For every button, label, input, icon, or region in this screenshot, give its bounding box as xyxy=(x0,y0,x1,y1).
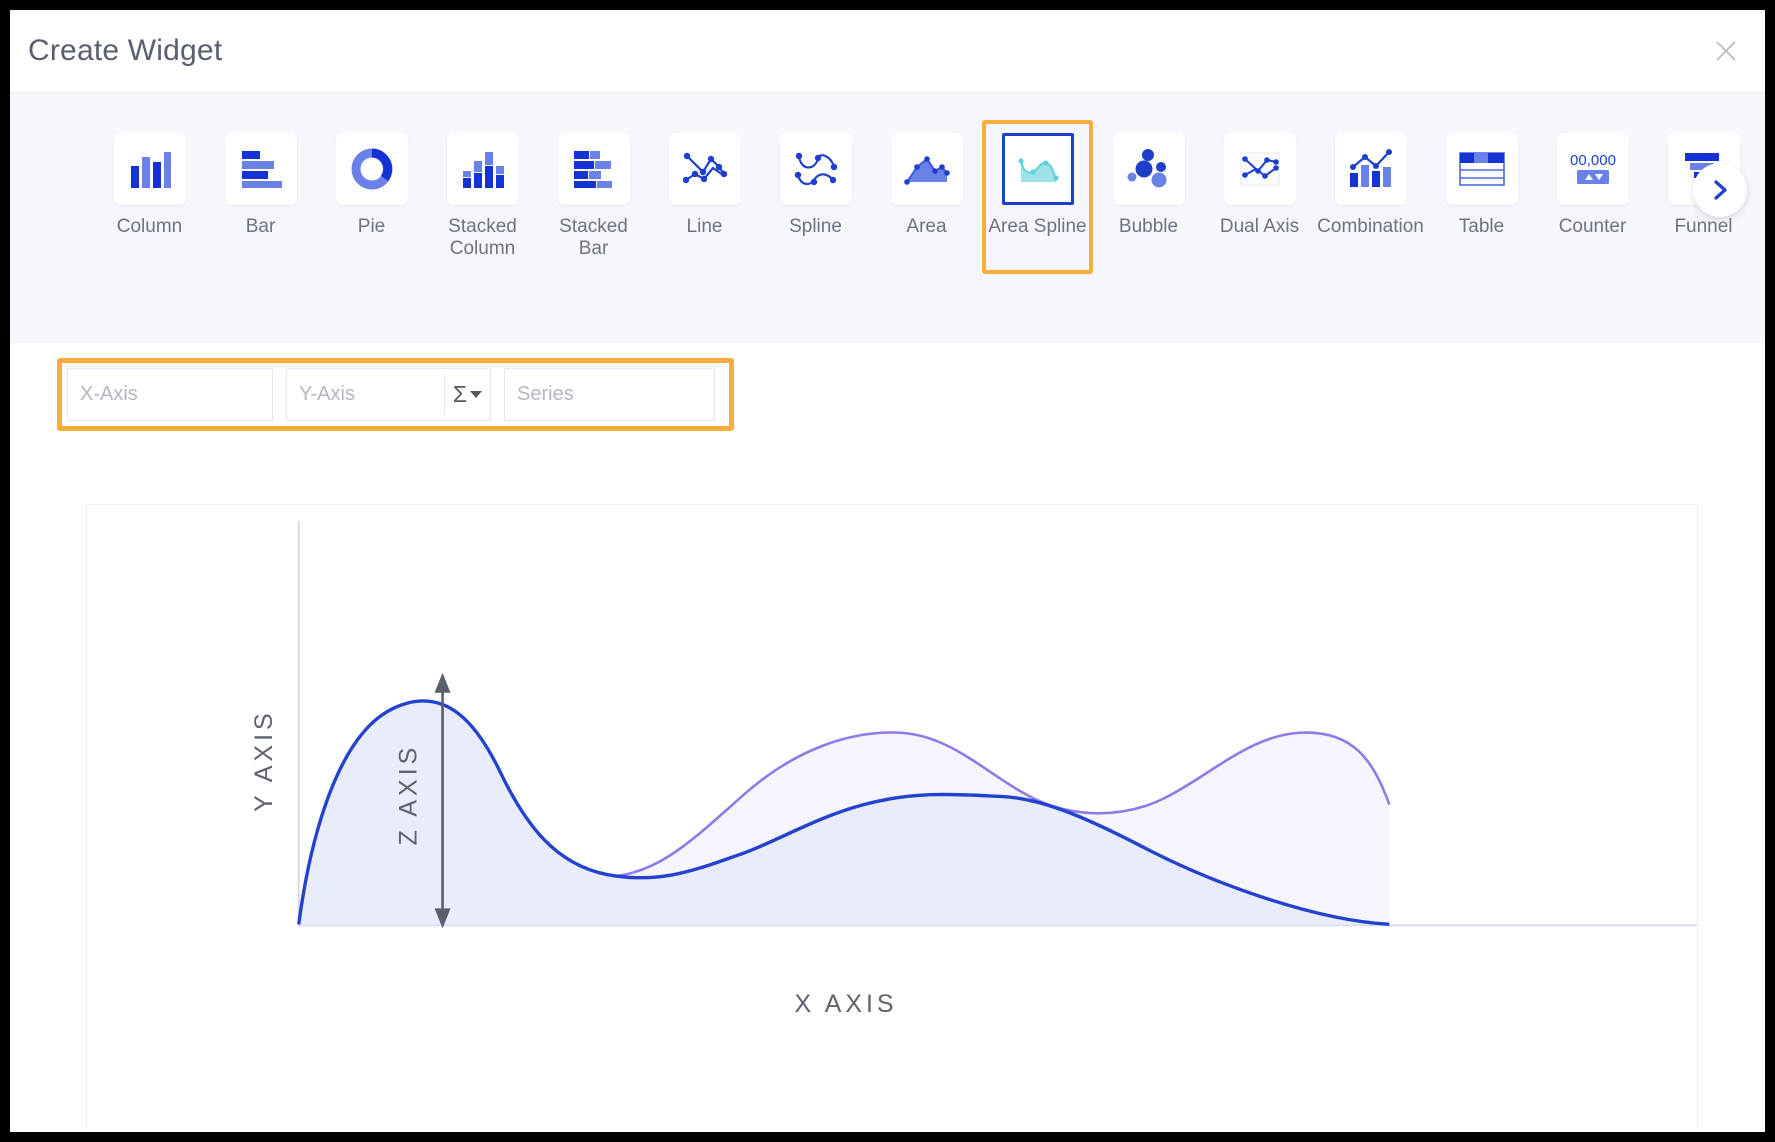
chevron-right-icon[interactable] xyxy=(1693,163,1747,217)
x-axis-label: X AXIS xyxy=(795,990,898,1018)
chart-type-label: Combination xyxy=(1317,216,1424,237)
chart-type-label: Dual Axis xyxy=(1219,216,1300,237)
axis-fields-row: X-Axis Y-Axis Σ Series xyxy=(10,343,1765,473)
chart-type-label: Funnel xyxy=(1674,216,1733,237)
column-chart-icon xyxy=(130,152,171,188)
chart-type-label: Stacked Column xyxy=(448,216,517,260)
chart-type-column[interactable]: Column xyxy=(94,120,205,274)
stacked-column-icon xyxy=(462,152,504,188)
y-axis-label: Y AXIS xyxy=(250,709,278,812)
tile xyxy=(779,133,852,205)
area-spline-chart-icon xyxy=(1017,158,1059,182)
dialog-title: Create Widget xyxy=(28,34,223,67)
chart-type-label: Stacked Bar xyxy=(559,216,628,260)
chart-type-pie[interactable]: Pie xyxy=(316,120,427,274)
dual-axis-chart-icon xyxy=(1240,152,1279,186)
chart-type-label: Area xyxy=(906,216,947,237)
chart-type-bubble[interactable]: Bubble xyxy=(1093,120,1204,274)
chart-type-label: Spline xyxy=(789,216,842,237)
y-axis-placeholder: Y-Axis xyxy=(299,383,355,405)
tile xyxy=(224,133,297,205)
tile xyxy=(668,133,741,205)
tile: 00,000 xyxy=(1556,133,1629,205)
x-axis-field[interactable]: X-Axis xyxy=(67,368,273,421)
axis-fields-highlight: X-Axis Y-Axis Σ Series xyxy=(57,358,734,431)
spline-chart-icon xyxy=(794,152,837,186)
chart-type-label: Counter xyxy=(1558,216,1627,237)
counter-icon: 00,000 xyxy=(1570,152,1616,184)
chart-type-spline[interactable]: Spline xyxy=(760,120,871,274)
chart-type-table[interactable]: Table xyxy=(1426,120,1537,274)
bar-chart-icon xyxy=(241,151,282,188)
chart-type-stacked-column[interactable]: Stacked Column xyxy=(427,120,538,274)
tile xyxy=(446,133,519,205)
area-spline-preview-chart: Y AXIS Z AXIS X AXIS xyxy=(250,520,1697,1018)
chart-type-area[interactable]: Area xyxy=(871,120,982,274)
chart-type-label: Pie xyxy=(357,216,386,237)
table-icon xyxy=(1458,152,1505,186)
chart-type-toolbar: Column Bar Pie Stacked Column Stacked Ba… xyxy=(10,93,1765,343)
chart-type-label: Table xyxy=(1458,216,1505,237)
chart-type-stacked-bar[interactable]: Stacked Bar xyxy=(538,120,649,274)
series-placeholder: Series xyxy=(517,383,574,405)
chart-type-counter[interactable]: 00,000 Counter xyxy=(1537,120,1648,274)
stacked-bar-icon xyxy=(573,151,612,188)
tile xyxy=(1112,133,1185,205)
chart-type-label: Line xyxy=(686,216,723,237)
create-widget-dialog: Create Widget Column Bar Pie Stacked Col… xyxy=(10,10,1765,1132)
y-axis-aggregate-dropdown[interactable]: Σ xyxy=(444,375,490,414)
chart-type-label: Bar xyxy=(245,216,276,237)
counter-icon-text: 00,000 xyxy=(1570,152,1616,169)
chart-preview-panel: Y AXIS Z AXIS X AXIS xyxy=(86,504,1698,1132)
chart-type-combination[interactable]: Combination xyxy=(1315,120,1426,274)
dialog-header: Create Widget xyxy=(10,10,1765,93)
tile xyxy=(557,133,630,205)
pie-chart-icon xyxy=(351,148,392,190)
tile xyxy=(335,133,408,205)
series-field[interactable]: Series xyxy=(504,368,715,421)
tile xyxy=(1445,133,1518,205)
chart-type-line[interactable]: Line xyxy=(649,120,760,274)
chart-type-label: Bubble xyxy=(1118,216,1179,237)
y-axis-field[interactable]: Y-Axis Σ xyxy=(286,368,491,421)
line-chart-icon xyxy=(682,152,727,184)
bubble-chart-icon xyxy=(1127,149,1166,188)
chart-type-label: Column xyxy=(116,216,183,237)
tile xyxy=(1001,133,1074,205)
chart-type-bar[interactable]: Bar xyxy=(205,120,316,274)
chevron-down-icon xyxy=(470,391,483,398)
tile xyxy=(113,133,186,205)
chart-type-dual-axis[interactable]: Dual Axis xyxy=(1204,120,1315,274)
tile xyxy=(1223,133,1296,205)
chart-type-list: Column Bar Pie Stacked Column Stacked Ba… xyxy=(94,120,1759,275)
area-chart-icon xyxy=(903,156,950,185)
tile xyxy=(1334,133,1407,205)
chart-type-label: Area Spline xyxy=(988,216,1087,237)
x-axis-placeholder: X-Axis xyxy=(80,383,138,405)
tile xyxy=(890,133,963,205)
close-icon[interactable] xyxy=(1703,28,1749,74)
combination-chart-icon xyxy=(1349,149,1392,187)
chart-type-area-spline[interactable]: Area Spline xyxy=(982,120,1093,275)
z-axis-label: Z AXIS xyxy=(395,744,423,846)
sigma-icon: Σ xyxy=(452,381,468,407)
